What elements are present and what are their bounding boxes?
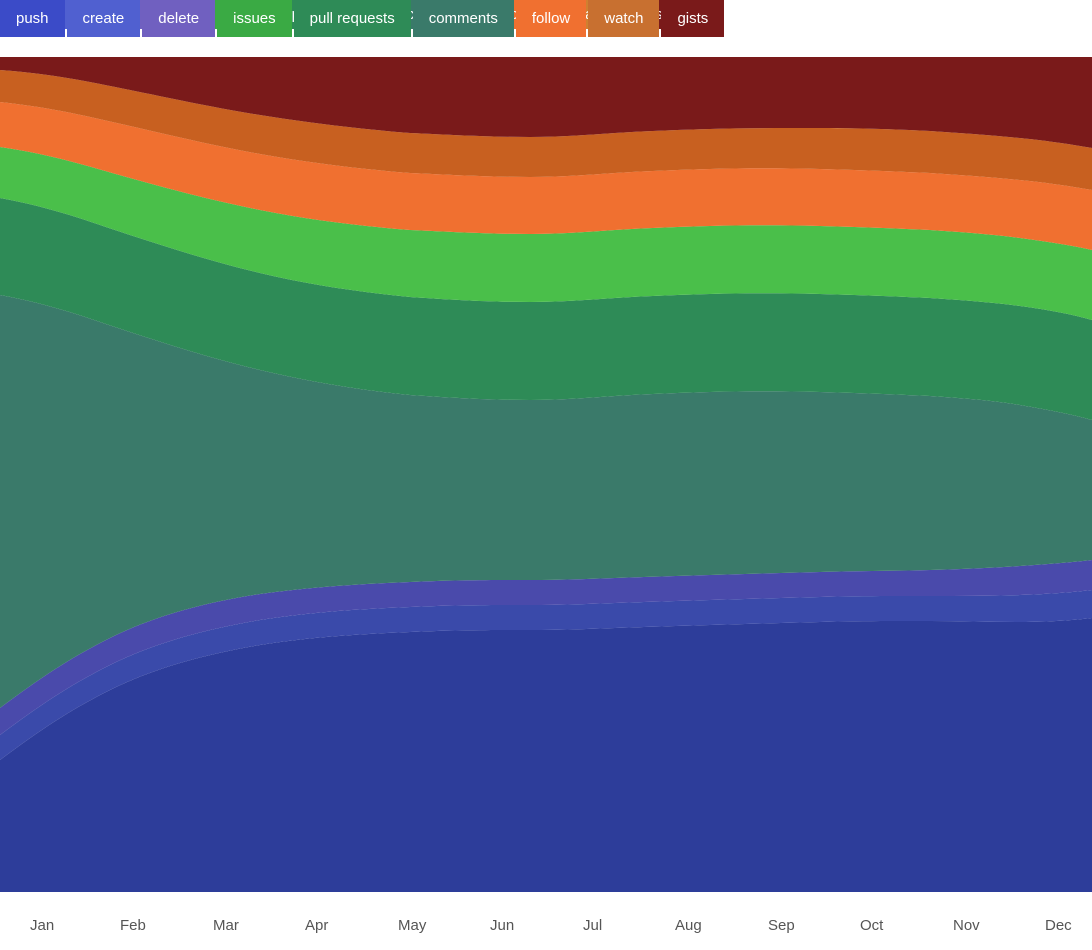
chart-container: push create delete issues pull requests … [0, 0, 1092, 950]
legend-item-create[interactable]: create [67, 0, 141, 37]
x-label-dec: Dec [1045, 917, 1072, 934]
legend-item-issues[interactable]: issues [217, 0, 292, 37]
x-label-oct: Oct [860, 917, 884, 934]
x-label-feb: Feb [120, 917, 146, 934]
streamgraph: Jan Feb Mar Apr May Jun Jul Aug Sep Oct … [0, 0, 1092, 950]
x-label-may: May [398, 917, 427, 934]
legend-item-follow[interactable]: follow [516, 0, 586, 37]
legend-bar: push create delete issues pull requests … [0, 0, 724, 37]
legend-item-pull-requests[interactable]: pull requests [294, 0, 411, 37]
x-label-jun: Jun [490, 917, 514, 934]
legend-item-gists[interactable]: gists [661, 0, 724, 37]
x-label-mar: Mar [213, 917, 239, 934]
legend-item-delete[interactable]: delete [142, 0, 215, 37]
x-label-sep: Sep [768, 917, 795, 934]
x-label-jul: Jul [583, 917, 602, 934]
legend-item-watch[interactable]: watch [588, 0, 659, 37]
x-label-apr: Apr [305, 917, 328, 934]
legend-item-push[interactable]: push [0, 0, 65, 37]
x-label-aug: Aug [675, 917, 702, 934]
x-label-jan: Jan [30, 917, 54, 934]
legend-item-comments[interactable]: comments [413, 0, 514, 37]
x-label-nov: Nov [953, 917, 980, 934]
